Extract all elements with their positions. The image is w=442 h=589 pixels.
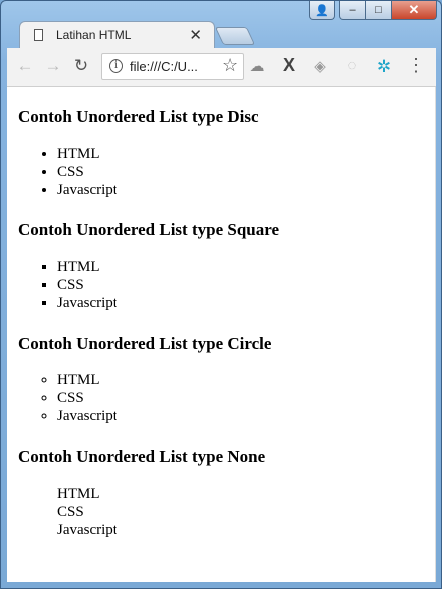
page-content: Contoh Unordered List type Disc HTML CSS… <box>7 87 436 582</box>
content-edge <box>435 87 436 582</box>
list-item: CSS <box>57 504 84 520</box>
reload-icon[interactable]: ↻ <box>71 56 91 76</box>
list-disc: HTML CSS Javascript <box>18 145 117 199</box>
maximize-button[interactable]: □ <box>366 1 392 20</box>
tab-title: Latihan HTML <box>56 28 132 42</box>
list-item: Javascript <box>57 522 117 538</box>
heading-none: Contoh Unordered List type None <box>18 447 266 466</box>
list-item: CSS <box>57 276 117 294</box>
list-circle: HTML CSS Javascript <box>18 371 117 425</box>
list-item: HTML <box>57 486 100 502</box>
list-item: Javascript <box>57 181 117 199</box>
extension-refresh-icon[interactable]: ◌ <box>342 57 362 74</box>
list-item: Javascript <box>57 294 117 312</box>
list-item: HTML <box>57 371 117 389</box>
extension-x-icon[interactable]: X <box>279 55 299 76</box>
new-tab-button[interactable] <box>214 27 256 45</box>
list-item: CSS <box>57 389 117 407</box>
heading-circle: Contoh Unordered List type Circle <box>18 334 272 353</box>
extension-gear-icon[interactable]: ✲ <box>374 57 394 77</box>
extension-cloud-icon[interactable]: ☁ <box>247 57 267 75</box>
minimize-icon: – <box>349 4 356 16</box>
browser-toolbar: ← → ↻ i file:///C:/U... ☆ ☁ X ◈ ◌ ✲ ⋮ <box>7 48 436 87</box>
menu-icon[interactable]: ⋮ <box>406 55 426 76</box>
maximize-icon: □ <box>375 4 382 16</box>
url-text[interactable]: file:///C:/U... <box>130 59 198 74</box>
tab-latihan-html[interactable]: Latihan HTML ✕ <box>19 21 215 49</box>
back-icon[interactable]: ← <box>15 56 35 76</box>
heading-square: Contoh Unordered List type Square <box>18 220 280 239</box>
browser-window: 👤 – □ ✕ Latihan HTML ✕ ← → ↻ i file:///C… <box>0 0 442 589</box>
tab-close-icon[interactable]: ✕ <box>189 26 202 44</box>
page-icon <box>34 29 43 41</box>
list-square: HTML CSS Javascript <box>18 258 117 312</box>
list-none: HTML CSS Javascript <box>18 485 117 539</box>
window-caption-buttons: 👤 – □ ✕ <box>309 1 437 21</box>
list-item: HTML <box>57 258 117 276</box>
info-icon[interactable]: i <box>109 59 123 73</box>
extension-shield-icon[interactable]: ◈ <box>310 57 330 75</box>
close-window-button[interactable]: ✕ <box>392 1 437 20</box>
heading-disc: Contoh Unordered List type Disc <box>18 107 259 126</box>
list-item: HTML <box>57 145 117 163</box>
list-item: CSS <box>57 163 117 181</box>
forward-icon[interactable]: → <box>43 56 63 76</box>
user-profile-button[interactable]: 👤 <box>309 1 335 20</box>
list-item: Javascript <box>57 407 117 425</box>
user-icon: 👤 <box>315 4 329 17</box>
bookmark-star-icon[interactable]: ☆ <box>222 55 238 76</box>
close-icon: ✕ <box>408 2 420 17</box>
minimize-button[interactable]: – <box>339 1 366 20</box>
